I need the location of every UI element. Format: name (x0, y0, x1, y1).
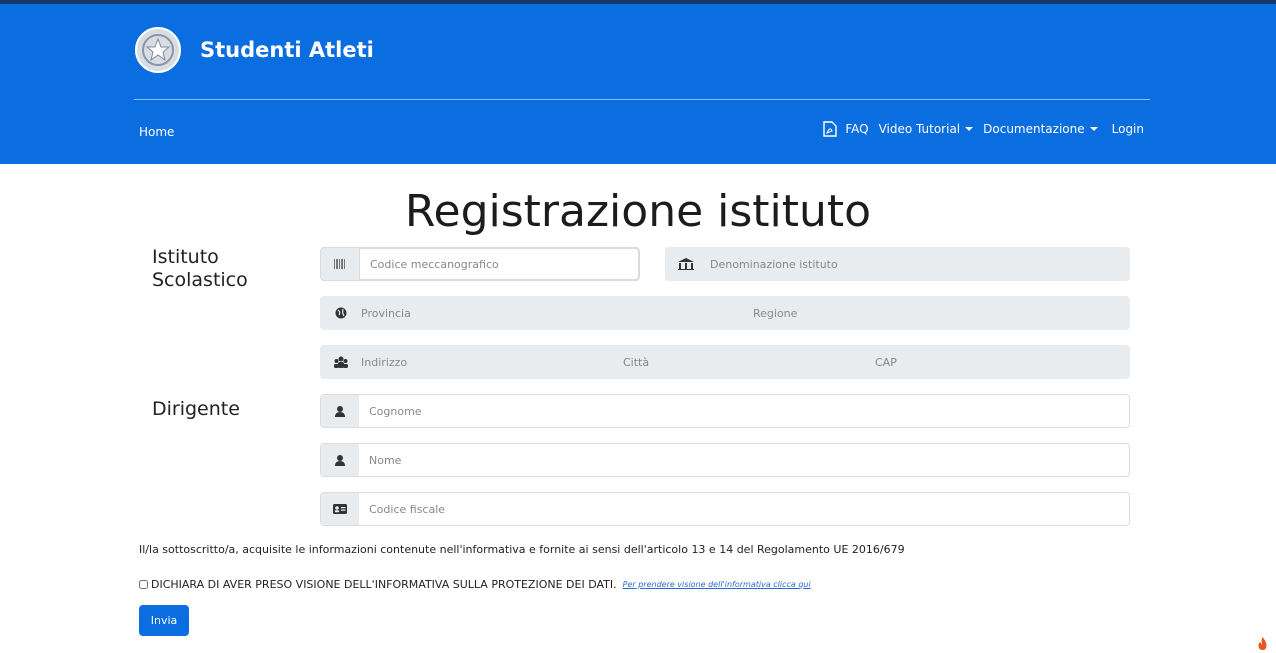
privacy-policy-link[interactable]: Per prendere visione dell'informativa cl… (623, 580, 811, 589)
emblem-icon (135, 27, 181, 73)
cap-placeholder: CAP (875, 355, 897, 369)
id-card-icon (321, 493, 359, 525)
citta-placeholder: Città (623, 355, 650, 369)
nav-right: FAQ Video Tutorial Documentazione Login (813, 121, 1144, 137)
privacy-declaration-checkbox[interactable] (139, 580, 148, 589)
nav-documentazione-dropdown[interactable]: Documentazione (983, 122, 1098, 136)
nav-login-link[interactable]: Login (1112, 122, 1144, 136)
nav-video-label: Video Tutorial (878, 122, 961, 136)
globe-icon (321, 297, 361, 329)
section-label-istituto: Istituto Scolastico (152, 246, 272, 292)
nav-faq-link[interactable]: FAQ (823, 121, 869, 137)
codice-meccanografico-field[interactable]: Codice meccanografico (320, 247, 640, 281)
section-label-dirigente: Dirigente (152, 398, 240, 420)
provincia-regione-field[interactable]: Provincia Regione (320, 296, 1130, 330)
barcode-icon (321, 248, 359, 280)
brand[interactable]: Studenti Atleti (134, 26, 374, 74)
person-icon (321, 395, 359, 427)
nav-home-link[interactable]: Home (139, 125, 174, 139)
site-header: Studenti Atleti Home FAQ Video Tutorial … (0, 4, 1276, 164)
indirizzo-field[interactable]: Indirizzo Città CAP (320, 345, 1130, 379)
privacy-info-text: Il/la sottoscritto/a, acquisite le infor… (139, 543, 905, 556)
pdf-icon (823, 121, 838, 137)
nav-video-tutorial-dropdown[interactable]: Video Tutorial (879, 122, 974, 136)
users-icon (321, 346, 361, 378)
page-title: Registrazione istituto (404, 186, 872, 237)
nome-placeholder: Nome (369, 453, 402, 467)
regione-placeholder: Regione (753, 306, 798, 320)
caret-down-icon (1089, 127, 1098, 131)
section-istituto-text: Istituto Scolastico (152, 246, 248, 291)
declaration-row: DICHIARA DI AVER PRESO VISIONE DELL'INFO… (139, 578, 811, 591)
brand-title: Studenti Atleti (200, 38, 374, 62)
codice-placeholder: Codice meccanografico (370, 257, 499, 271)
codice-fiscale-placeholder: Codice fiscale (369, 502, 446, 516)
person-icon (321, 444, 359, 476)
denominazione-placeholder: Denominazione istituto (710, 257, 838, 271)
header-divider (134, 99, 1150, 100)
nav-faq-label: FAQ (845, 122, 869, 136)
declaration-text: DICHIARA DI AVER PRESO VISIONE DELL'INFO… (151, 578, 617, 591)
denominazione-istituto-field[interactable]: Denominazione istituto (665, 247, 1130, 281)
submit-button[interactable]: Invia (139, 605, 189, 636)
cognome-field[interactable]: Cognome (320, 394, 1130, 428)
cognome-placeholder: Cognome (369, 404, 422, 418)
caret-down-icon (965, 127, 974, 131)
nome-field[interactable]: Nome (320, 443, 1130, 477)
nav-docs-label: Documentazione (983, 122, 1085, 136)
provincia-placeholder: Provincia (361, 306, 411, 320)
codice-fiscale-field[interactable]: Codice fiscale (320, 492, 1130, 526)
school-icon (666, 248, 706, 280)
flame-icon (1258, 637, 1267, 650)
indirizzo-placeholder: Indirizzo (361, 355, 408, 369)
